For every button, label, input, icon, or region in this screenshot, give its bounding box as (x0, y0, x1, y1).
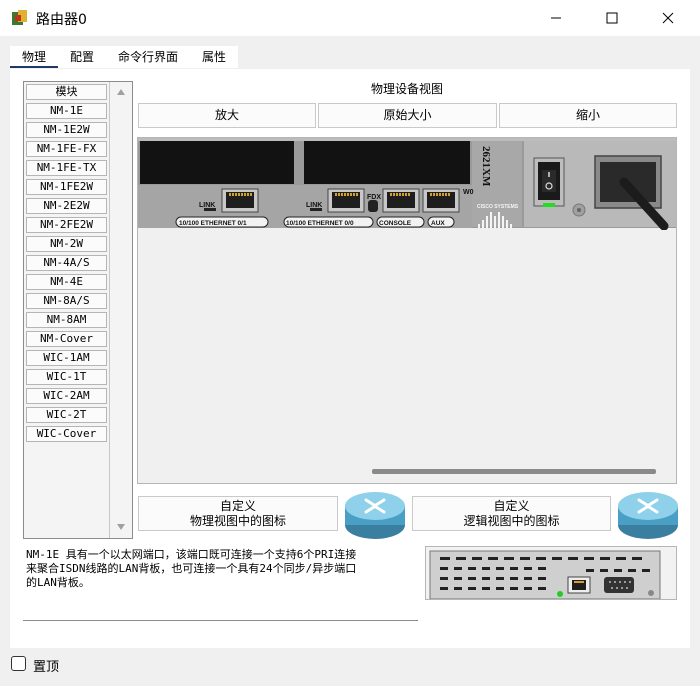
module-description: NM-1E 具有一个以太网端口，该端口既可连接一个支持6个PRI连接 来聚合IS… (23, 545, 418, 621)
tab-physical[interactable]: 物理 (10, 46, 59, 68)
module-list[interactable]: 模块 NM-1E NM-1E2W NM-1FE-FX NM-1FE-TX NM-… (23, 81, 133, 539)
eth00-label: 10/100 ETHERNET 0/0 (286, 220, 354, 227)
module-item-nm-2e2w[interactable]: NM-2E2W (26, 198, 107, 214)
module-item-nm-1fe-tx[interactable]: NM-1FE-TX (26, 160, 107, 176)
module-item-nm-1e[interactable]: NM-1E (26, 103, 107, 119)
module-item-nm-2w[interactable]: NM-2W (26, 236, 107, 252)
module-picture (429, 550, 661, 599)
custom-physical-line2: 物理视图中的图标 (189, 514, 286, 528)
module-item-nm-1fe2w[interactable]: NM-1FE2W (26, 179, 107, 195)
module-item-nm-4a-s[interactable]: NM-4A/S (26, 255, 107, 271)
module-item-nm-8a-s[interactable]: NM-8A/S (26, 293, 107, 309)
window-title: 路由器0 (36, 12, 87, 28)
power-led (543, 203, 555, 207)
original-size-button[interactable]: 原始大小 (318, 103, 497, 128)
close-button[interactable] (640, 0, 696, 36)
eth01-label: 10/100 ETHERNET 0/1 (179, 220, 247, 227)
description-line: 来聚合ISDN线路的LAN背板，也可连接一个具有24个同步/异步端口 (26, 562, 357, 575)
horizontal-scrollbar[interactable] (372, 469, 656, 474)
module-item-wic-2am[interactable]: WIC-2AM (26, 388, 107, 404)
router-app-icon (12, 10, 27, 25)
w0-label: W0 (463, 189, 474, 196)
empty-slot-1 (140, 141, 294, 184)
pin-label: 置顶 (33, 660, 60, 675)
maximize-icon (606, 12, 618, 24)
physical-view-title: 物理设备视图 (370, 82, 443, 96)
minimize-button[interactable] (528, 0, 584, 36)
console-label: CONSOLE (379, 220, 412, 227)
custom-physical-icon-button[interactable]: 自定义 物理视图中的图标 (138, 496, 338, 531)
aux-label: AUX (431, 220, 445, 227)
device-model-label: 2621XM (480, 146, 492, 187)
device-view[interactable]: LINK 10/100 ETHERNET 0/1 LINK 10/100 ETH… (137, 137, 677, 484)
minimize-icon (551, 17, 561, 19)
zoom-in-button[interactable]: 放大 (138, 103, 316, 128)
zoom-out-button[interactable]: 缩小 (499, 103, 677, 128)
empty-slot-2 (304, 141, 470, 184)
model-panel (472, 141, 522, 227)
router-icon[interactable] (344, 489, 406, 541)
module-item-nm-1e2w[interactable]: NM-1E2W (26, 122, 107, 138)
custom-logical-icon-button[interactable]: 自定义 逻辑视图中的图标 (412, 496, 611, 531)
module-item-nm-2fe2w[interactable]: NM-2FE2W (26, 217, 107, 233)
custom-logical-line2: 逻辑视图中的图标 (463, 514, 560, 528)
tab-attributes[interactable]: 属性 (190, 46, 238, 68)
maximize-button[interactable] (584, 0, 640, 36)
module-image (425, 546, 677, 600)
tab-bar: 物理 配置 命令行界面 属性 (10, 46, 239, 68)
tab-config[interactable]: 配置 (58, 46, 106, 68)
router-icon[interactable] (617, 489, 679, 541)
module-item-wic-cover[interactable]: WIC-Cover (26, 426, 107, 442)
module-item-nm-1fe-fx[interactable]: NM-1FE-FX (26, 141, 107, 157)
module-item-nm-4e[interactable]: NM-4E (26, 274, 107, 290)
scroll-up-icon[interactable] (116, 88, 126, 96)
module-item-wic-1am[interactable]: WIC-1AM (26, 350, 107, 366)
brand-label: CISCO SYSTEMS (477, 204, 519, 210)
title-bar: 路由器0 (0, 0, 700, 36)
fdx-label: FDX (367, 194, 381, 201)
pin-checkbox[interactable] (11, 656, 26, 671)
router-chassis: LINK 10/100 ETHERNET 0/1 LINK 10/100 ETH… (138, 138, 676, 230)
scroll-down-icon[interactable] (116, 523, 126, 531)
module-list-header: 模块 (26, 84, 107, 100)
link-label-0: LINK (306, 202, 322, 209)
module-item-nm-8am[interactable]: NM-8AM (26, 312, 107, 328)
custom-physical-line1: 自定义 (219, 499, 256, 513)
module-item-wic-1t[interactable]: WIC-1T (26, 369, 107, 385)
module-item-wic-2t[interactable]: WIC-2T (26, 407, 107, 423)
module-item-nm-cover[interactable]: NM-Cover (26, 331, 107, 347)
tab-cli[interactable]: 命令行界面 (106, 46, 190, 68)
close-icon (662, 12, 674, 24)
description-line: NM-1E 具有一个以太网端口，该端口既可连接一个支持6个PRI连接 (26, 548, 357, 561)
description-line: 的LAN背板。 (26, 576, 90, 589)
module-list-items: 模块 NM-1E NM-1E2W NM-1FE-FX NM-1FE-TX NM-… (24, 82, 110, 538)
link-label-1: LINK (199, 202, 215, 209)
custom-logical-line1: 自定义 (493, 499, 530, 513)
